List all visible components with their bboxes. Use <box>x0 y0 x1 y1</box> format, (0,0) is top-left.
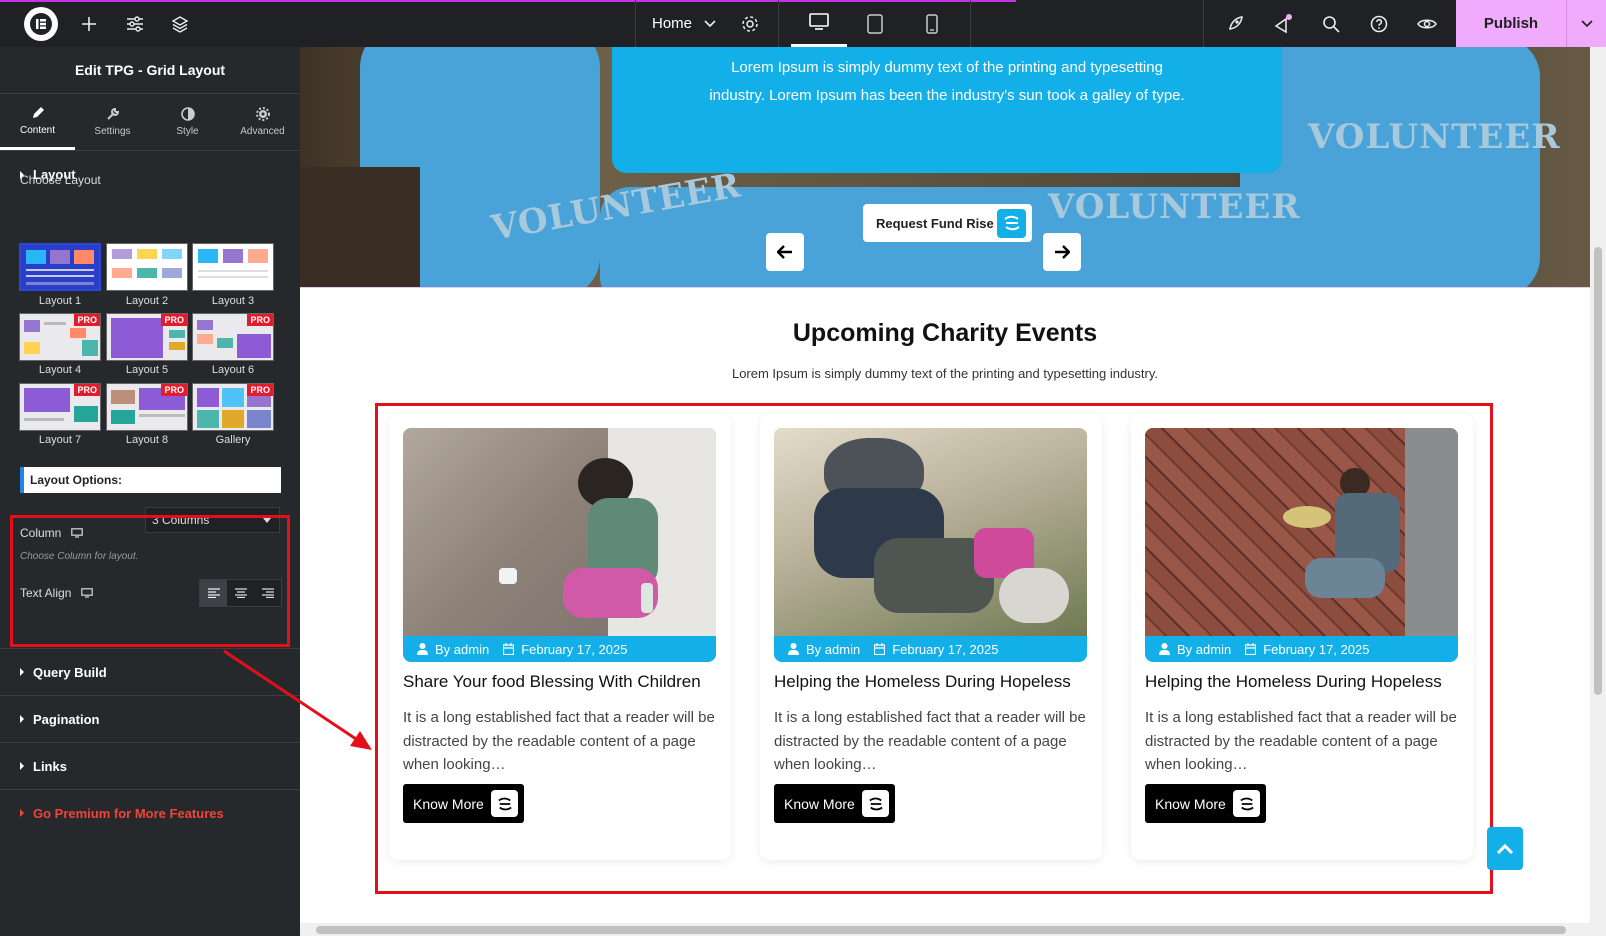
annotation-arrow <box>223 649 372 750</box>
vertical-scrollbar[interactable] <box>1590 47 1606 936</box>
horizontal-scrollbar-thumb[interactable] <box>316 926 1566 934</box>
vertical-scrollbar-thumb[interactable] <box>1594 247 1602 695</box>
horizontal-scrollbar[interactable] <box>300 923 1590 936</box>
